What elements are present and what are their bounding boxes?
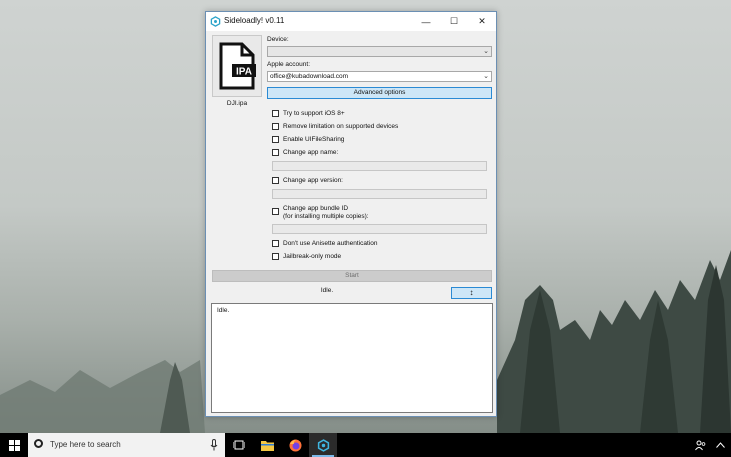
bundle-id-label-note: (for installing multiple copies): [283,212,369,220]
checkbox[interactable] [272,149,279,156]
option-change-app-name[interactable]: Change app name: [272,149,338,157]
bundle-id-input[interactable] [272,224,487,234]
app-name-input[interactable] [272,161,487,171]
option-uifilesharing[interactable]: Enable UIFileSharing [272,136,344,144]
checkbox[interactable] [272,208,279,215]
close-button[interactable]: ✕ [468,12,496,31]
sideloadly-taskbar-icon[interactable] [309,433,337,457]
checkbox[interactable] [272,136,279,143]
log-output[interactable]: Idle. [211,303,493,413]
bundle-id-label: Change app bundle ID [283,205,349,212]
task-view-icon[interactable] [225,433,253,457]
checkbox[interactable] [272,240,279,247]
option-jailbreak-only[interactable]: Jailbreak-only mode [272,253,341,261]
app-version-input[interactable] [272,189,487,199]
apple-account-value: office@kubadownload.com [270,73,349,80]
taskbar-search-box[interactable]: Type here to search [28,433,225,457]
advanced-options-button[interactable]: Advanced options [267,87,492,99]
checkbox[interactable] [272,253,279,260]
windows-logo-icon [8,439,20,451]
sideloadly-app-icon [210,16,221,27]
search-placeholder: Type here to search [50,440,121,449]
file-explorer-icon[interactable] [253,433,281,457]
ipa-badge-text: IPA [236,67,252,78]
device-select[interactable]: ⌄ [267,46,492,57]
maximize-button[interactable]: ☐ [440,12,468,31]
start-button-windows[interactable] [0,433,28,457]
minimize-button[interactable]: — [412,12,440,31]
device-label: Device: [267,36,289,43]
chevron-down-icon: ⌄ [483,48,489,55]
option-ios8-support[interactable]: Try to support iOS 8+ [272,110,345,118]
checkbox[interactable] [272,177,279,184]
sideloadly-window: Sideloadly! v0.11 — ☐ ✕ IPA DJI.ipa Devi… [205,11,497,417]
title-bar[interactable]: Sideloadly! v0.11 — ☐ ✕ [206,12,496,31]
option-remove-device-limitation[interactable]: Remove limitation on supported devices [272,123,398,131]
ipa-file-icon: IPA [219,42,256,90]
checkbox[interactable] [272,123,279,130]
cortana-icon [34,439,43,448]
microphone-icon[interactable] [209,439,219,451]
apple-account-label: Apple account: [267,61,311,68]
chevron-down-icon: ⌄ [483,73,489,80]
toggle-log-button[interactable]: ↕ [451,287,492,299]
apple-account-select[interactable]: office@kubadownload.com ⌄ [267,71,492,82]
start-button[interactable]: Start [212,270,492,282]
people-icon[interactable] [690,433,710,457]
option-change-bundle-id[interactable]: Change app bundle ID (for installing mul… [272,205,369,220]
ipa-file-name: DJI.ipa [226,100,248,107]
status-text: Idle. [320,287,334,294]
ipa-drop-zone[interactable]: IPA [212,35,262,97]
taskbar: Type here to search [0,433,731,457]
option-change-app-version[interactable]: Change app version: [272,177,343,185]
option-no-anisette[interactable]: Don't use Anisette authentication [272,240,377,248]
checkbox[interactable] [272,110,279,117]
chevron-up-icon[interactable] [710,433,730,457]
window-title: Sideloadly! v0.11 [224,16,285,25]
firefox-icon[interactable] [281,433,309,457]
